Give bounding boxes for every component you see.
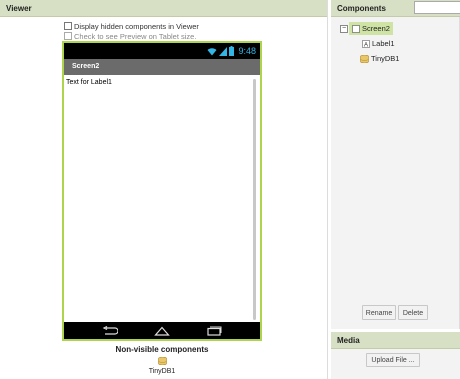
viewer-title: Viewer xyxy=(6,4,32,13)
tablet-preview-label: Check to see Preview on Tablet size. xyxy=(74,32,197,41)
signal-icon xyxy=(219,46,228,56)
tree-collapse-toggle[interactable]: − xyxy=(340,25,348,33)
tree-item-tinydb1[interactable]: TinyDB1 xyxy=(360,54,399,63)
media-title: Media xyxy=(337,336,360,345)
rename-button[interactable]: Rename xyxy=(362,305,396,320)
display-hidden-label: Display hidden components in Viewer xyxy=(74,22,199,31)
components-search-input[interactable] xyxy=(414,1,460,14)
tree-item-screen2[interactable]: Screen2 xyxy=(349,22,393,35)
label-icon: A xyxy=(362,39,370,48)
back-icon xyxy=(102,325,118,335)
battery-icon xyxy=(229,46,235,56)
panel-divider xyxy=(327,0,328,379)
tree-item-screen2-label: Screen2 xyxy=(362,24,390,33)
wifi-icon xyxy=(207,47,217,55)
phone-preview: 9:48 Screen2 Text for Label1 xyxy=(62,41,262,341)
viewer-header: Viewer xyxy=(0,0,327,17)
display-hidden-checkbox[interactable] xyxy=(64,22,72,30)
display-hidden-option[interactable]: Display hidden components in Viewer xyxy=(64,22,199,32)
upload-file-button[interactable]: Upload File ... xyxy=(366,353,420,367)
components-panel xyxy=(331,17,460,329)
tree-item-tinydb1-label: TinyDB1 xyxy=(371,54,400,63)
recent-apps-icon xyxy=(207,326,222,336)
nonvisible-components-title: Non-visible components xyxy=(115,345,209,354)
nonvisible-tinydb-label: TinyDB1 xyxy=(148,368,176,375)
nonvisible-tinydb[interactable]: TinyDB1 xyxy=(62,356,262,375)
tree-item-label1[interactable]: A Label1 xyxy=(362,39,395,48)
database-icon xyxy=(360,54,369,63)
database-icon xyxy=(157,356,167,366)
delete-button[interactable]: Delete xyxy=(398,305,428,320)
label1-preview[interactable]: Text for Label1 xyxy=(66,79,112,86)
tablet-preview-checkbox[interactable] xyxy=(64,32,72,40)
media-header: Media xyxy=(331,332,460,349)
svg-text:A: A xyxy=(364,42,368,48)
home-icon xyxy=(154,326,170,336)
tree-item-label1-label: Label1 xyxy=(372,39,395,48)
phone-nav-bar xyxy=(64,322,260,339)
screen-title-bar: Screen2 xyxy=(64,59,260,75)
components-title: Components xyxy=(337,4,386,13)
screen-title: Screen2 xyxy=(72,63,100,70)
phone-status-bar: 9:48 xyxy=(64,43,260,59)
screen-icon xyxy=(352,24,360,33)
status-time: 9:48 xyxy=(238,46,256,56)
scrollbar[interactable] xyxy=(253,79,256,320)
phone-content: Text for Label1 xyxy=(64,75,260,322)
